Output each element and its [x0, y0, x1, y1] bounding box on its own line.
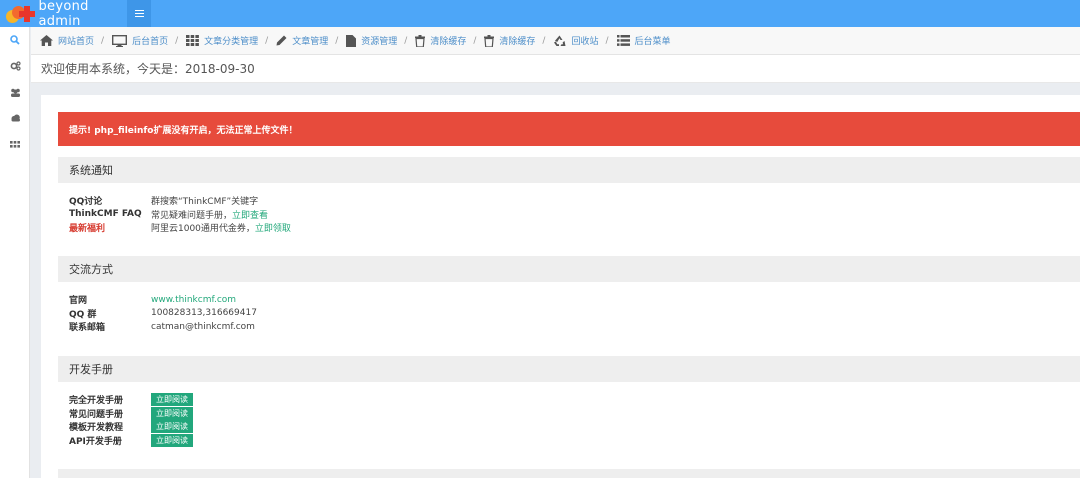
row-value: 常见疑难问题手册，	[151, 210, 233, 221]
breadcrumb-item-site-home[interactable]: 网站首页	[40, 34, 94, 47]
row-label: 最新福利	[69, 224, 106, 235]
breadcrumb-separator: /	[542, 35, 546, 46]
next-box	[58, 469, 1080, 478]
sidebar	[0, 27, 30, 478]
breadcrumb-separator: /	[473, 35, 477, 46]
breadcrumb-item-admin-menu[interactable]: 后台菜单	[616, 34, 671, 47]
breadcrumb-item-admin-home[interactable]: 后台首页	[112, 34, 168, 47]
contact-row-email: 联系邮箱 catman@thinkcmf.com	[69, 320, 1080, 334]
row-value: 阿里云1000通用代金券，	[151, 224, 255, 235]
notice-row-faq: ThinkCMF FAQ 常见疑难问题手册， 立即查看	[69, 208, 1080, 222]
breadcrumb-separator: /	[175, 35, 179, 46]
box-body: QQ讨论 群搜索“ThinkCMF”关键字 ThinkCMF FAQ 常见疑难问…	[58, 183, 1080, 235]
breadcrumb-separator: /	[605, 35, 609, 46]
contact-box: 交流方式 官网 www.thinkcmf.com QQ 群 100828313,…	[58, 256, 1080, 334]
upload-warning-alert: 提示! php_fileinfo扩展没有开启，无法正常上传文件！	[58, 112, 1080, 146]
read-now-button[interactable]: 立即阅读	[151, 420, 193, 434]
breadcrumb: 网站首页 / 后台首页 / 文章分类管理 / 文章管理 / 资源管理 / 清除缓…	[31, 27, 1080, 55]
sidebar-item-cloud[interactable]	[0, 105, 30, 131]
read-now-button[interactable]: 立即阅读	[151, 406, 193, 420]
manuals-box: 开发手册 完全开发手册 立即阅读 常见问题手册 立即阅读 模板开发教程 立即阅读…	[58, 356, 1080, 447]
trash-icon	[415, 34, 426, 47]
breadcrumb-separator: /	[335, 35, 339, 46]
box-title: 开发手册	[58, 356, 1080, 382]
home-icon	[40, 35, 53, 46]
row-label: 模板开发教程	[69, 423, 124, 434]
hamburger-icon	[134, 10, 144, 17]
breadcrumb-item-article[interactable]: 文章管理	[276, 34, 328, 47]
page-header: 欢迎使用本系统，今天是：2018-09-30	[31, 55, 1080, 83]
main-panel: 提示! php_fileinfo扩展没有开启，无法正常上传文件！ 系统通知 QQ…	[41, 95, 1080, 478]
row-label: 官网	[69, 296, 88, 307]
sidebar-toggle-button[interactable]	[127, 0, 151, 27]
row-value: 群搜索“ThinkCMF”关键字	[151, 197, 259, 208]
notice-row-welfare: 最新福利 阿里云1000通用代金券， 立即领取	[69, 221, 1080, 235]
pencil-icon	[276, 35, 287, 46]
users-icon	[10, 88, 20, 97]
search-icon	[10, 35, 20, 45]
breadcrumb-separator: /	[404, 35, 408, 46]
box-body: 完全开发手册 立即阅读 常见问题手册 立即阅读 模板开发教程 立即阅读 API开…	[58, 382, 1080, 447]
list-icon	[616, 35, 630, 46]
contact-row-site: 官网 www.thinkcmf.com	[69, 293, 1080, 307]
manual-row: 完全开发手册 立即阅读	[69, 393, 1080, 407]
breadcrumb-item-resources[interactable]: 资源管理	[346, 34, 397, 47]
cloud-icon	[11, 114, 20, 122]
manual-row: 常见问题手册 立即阅读	[69, 406, 1080, 421]
breadcrumb-item-recycle-bin[interactable]: 回收站	[553, 34, 598, 47]
gears-icon	[10, 61, 21, 71]
read-now-button[interactable]: 立即阅读	[151, 433, 193, 447]
top-navbar: beyond admin	[0, 0, 1080, 29]
logo-icon	[6, 3, 35, 25]
breadcrumb-item-clear-cache-2[interactable]: 清除缓存	[484, 34, 535, 47]
box-title: 系统通知	[58, 157, 1080, 183]
row-label: 常见问题手册	[69, 409, 124, 420]
apps-icon	[10, 140, 20, 148]
box-title	[58, 469, 1080, 478]
contact-row-qq: QQ 群 100828313,316669417	[69, 307, 1080, 321]
monitor-icon	[112, 34, 128, 47]
row-label: 完全开发手册	[69, 396, 124, 407]
website-link[interactable]: www.thinkcmf.com	[151, 295, 236, 305]
claim-coupon-link[interactable]: 立即领取	[255, 221, 291, 234]
row-value: 100828313,316669417	[151, 308, 257, 319]
sidebar-item-users[interactable]	[0, 79, 30, 105]
grid-icon	[186, 35, 200, 46]
view-faq-link[interactable]: 立即查看	[232, 208, 268, 221]
row-label: QQ讨论	[69, 197, 103, 208]
read-now-button[interactable]: 立即阅读	[151, 393, 193, 407]
system-notice-box: 系统通知 QQ讨论 群搜索“ThinkCMF”关键字 ThinkCMF FAQ …	[58, 157, 1080, 235]
trash-icon	[484, 34, 495, 47]
breadcrumb-item-clear-cache[interactable]: 清除缓存	[415, 34, 466, 47]
manual-row: 模板开发教程 立即阅读	[69, 420, 1080, 434]
manual-row: API开发手册 立即阅读	[69, 433, 1080, 448]
welcome-text: 欢迎使用本系统，今天是：2018-09-30	[41, 62, 255, 76]
alert-text: 提示! php_fileinfo扩展没有开启，无法正常上传文件！	[69, 125, 298, 136]
box-body: 官网 www.thinkcmf.com QQ 群 100828313,31666…	[58, 282, 1080, 334]
brand[interactable]: beyond admin	[0, 0, 124, 29]
row-label: 联系邮箱	[69, 323, 106, 334]
sidebar-item-apps[interactable]	[0, 131, 30, 157]
notice-row-qq: QQ讨论 群搜索“ThinkCMF”关键字	[69, 194, 1080, 208]
row-label: API开发手册	[69, 436, 122, 447]
brand-text: beyond admin	[38, 0, 89, 29]
breadcrumb-separator: /	[265, 35, 269, 46]
sidebar-item-settings[interactable]	[0, 53, 30, 79]
sidebar-item-search[interactable]	[0, 27, 30, 53]
recycle-icon	[554, 35, 566, 46]
box-title: 交流方式	[58, 256, 1080, 282]
row-label: QQ 群	[69, 309, 97, 320]
row-label: ThinkCMF FAQ	[69, 209, 142, 220]
breadcrumb-item-article-category[interactable]: 文章分类管理	[186, 34, 258, 47]
file-icon	[346, 34, 357, 47]
breadcrumb-separator: /	[101, 35, 105, 46]
row-value: catman@thinkcmf.com	[151, 321, 255, 332]
